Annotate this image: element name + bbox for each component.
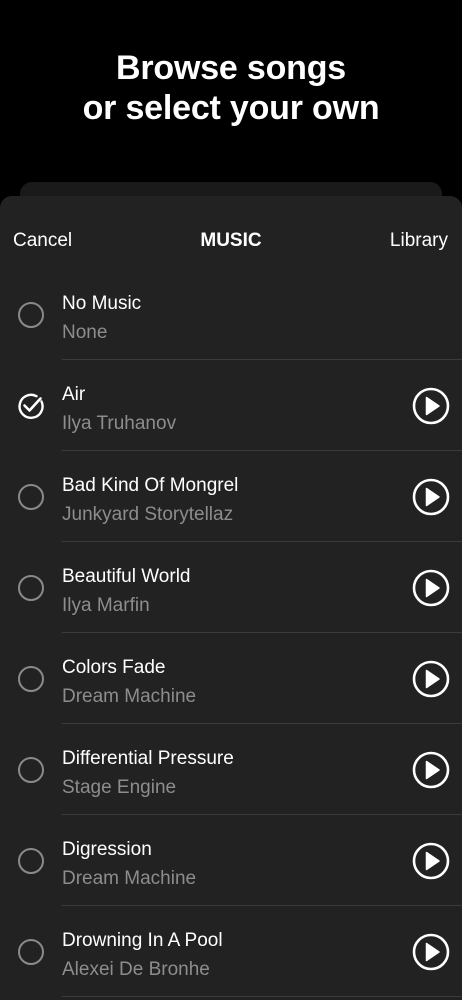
song-artist: Dream Machine — [62, 686, 197, 707]
screen: Browse songs or select your own Cancel M… — [0, 0, 462, 1000]
song-row[interactable]: Beautiful World Ilya Marfin — [0, 542, 462, 633]
radio-empty-icon[interactable] — [18, 939, 44, 965]
library-button[interactable]: Library — [390, 230, 448, 252]
song-artist: Alexei De Bronhe — [62, 959, 210, 980]
song-artist: Ilya Truhanov — [62, 413, 177, 434]
song-artist: None — [62, 322, 108, 343]
song-title: Air — [62, 384, 86, 405]
play-icon[interactable] — [412, 751, 450, 789]
play-icon[interactable] — [412, 478, 450, 516]
radio-empty-icon[interactable] — [18, 575, 44, 601]
play-icon[interactable] — [412, 660, 450, 698]
song-title: Drowning In A Pool — [62, 930, 223, 951]
headline: Browse songs or select your own — [0, 48, 462, 128]
radio-empty-icon[interactable] — [18, 848, 44, 874]
headline-line-2: or select your own — [82, 89, 380, 127]
song-row[interactable]: Differential Pressure Stage Engine — [0, 724, 462, 815]
song-row[interactable]: Bad Kind Of Mongrel Junkyard Storytellaz — [0, 451, 462, 542]
song-title: Bad Kind Of Mongrel — [62, 475, 239, 496]
play-icon[interactable] — [412, 933, 450, 971]
song-title: Beautiful World — [62, 566, 191, 587]
song-title: No Music — [62, 293, 142, 314]
song-artist: Junkyard Storytellaz — [62, 504, 234, 525]
checkmark-circle-icon[interactable] — [17, 392, 45, 420]
radio-empty-icon[interactable] — [18, 302, 44, 328]
music-sheet: Cancel MUSIC Library No Music None Air Ilya… — [0, 196, 462, 1000]
song-artist: Dream Machine — [62, 868, 197, 889]
song-row[interactable]: Digression Dream Machine — [0, 815, 462, 906]
song-row[interactable]: No Music None — [0, 269, 462, 360]
row-divider — [62, 996, 462, 997]
song-title: Digression — [62, 839, 152, 860]
play-icon[interactable] — [412, 387, 450, 425]
song-title: Colors Fade — [62, 657, 166, 678]
song-title: Differential Pressure — [62, 748, 234, 769]
song-artist: Stage Engine — [62, 777, 177, 798]
cancel-button[interactable]: Cancel — [13, 230, 72, 252]
headline-line-1: Browse songs — [116, 49, 346, 87]
play-icon[interactable] — [412, 569, 450, 607]
radio-empty-icon[interactable] — [18, 757, 44, 783]
song-list: No Music None Air Ilya Truhanov Bad Kind Of … — [0, 269, 462, 997]
song-artist: Ilya Marfin — [62, 595, 150, 616]
song-row[interactable]: Colors Fade Dream Machine — [0, 633, 462, 724]
radio-empty-icon[interactable] — [18, 666, 44, 692]
play-icon[interactable] — [412, 842, 450, 880]
song-row[interactable]: Air Ilya Truhanov — [0, 360, 462, 451]
radio-empty-icon[interactable] — [18, 484, 44, 510]
song-row[interactable]: Drowning In A Pool Alexei De Bronhe — [0, 906, 462, 997]
